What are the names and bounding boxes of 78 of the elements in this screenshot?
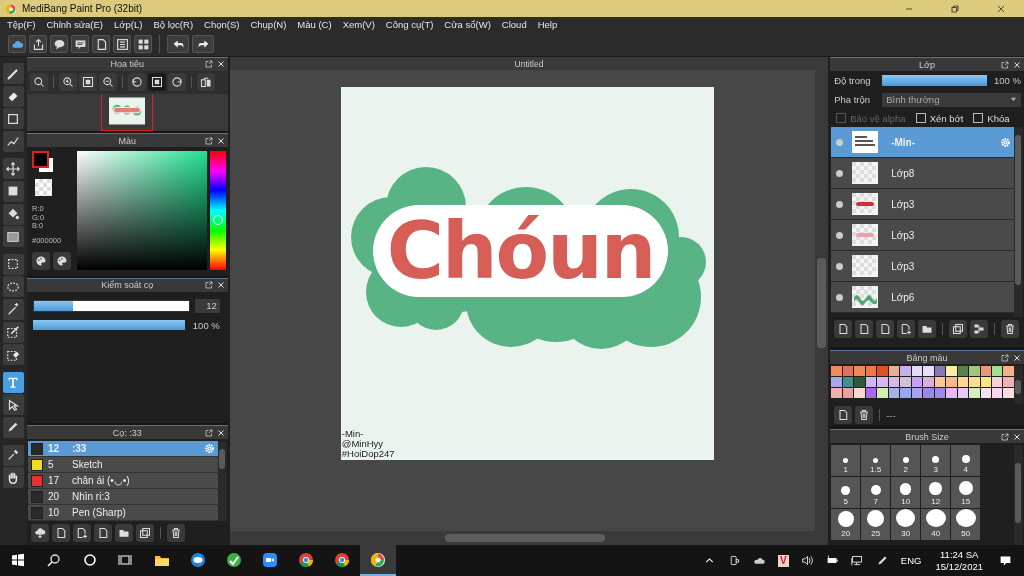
- menu-item[interactable]: Công cụ(T): [381, 19, 441, 31]
- panel-title: Màu: [117, 135, 138, 146]
- layer-name: -Min-: [890, 136, 917, 148]
- layer-name: Lớp3: [890, 198, 916, 210]
- opacity-value: 100 %: [191, 319, 220, 331]
- opacity-label: Độ trong: [834, 75, 872, 86]
- brush-size-value[interactable]: 12: [194, 298, 220, 313]
- brush-size-preset[interactable]: 20: [831, 509, 861, 540]
- brush-size-preset[interactable]: 12: [921, 477, 951, 508]
- menu-item[interactable]: Chụp(N): [246, 19, 294, 31]
- checkbox[interactable]: Xén bớt: [915, 112, 964, 124]
- document-tab[interactable]: Untitled: [514, 58, 544, 69]
- blend-mode-dropdown[interactable]: Bình thường: [882, 92, 1021, 107]
- menu-item[interactable]: Màu (C): [293, 19, 339, 31]
- brush-name: Nhìn ri:3: [71, 491, 111, 502]
- layer-name: Lớp8: [890, 167, 916, 179]
- brush-size: 17: [46, 475, 61, 486]
- menu-item[interactable]: Help: [533, 19, 565, 31]
- panel-title: Cọ: :33: [111, 427, 143, 438]
- signature-text: -Min-: [341, 429, 365, 439]
- layer-row[interactable]: Lớp6: [831, 282, 1014, 313]
- brush-item[interactable]: 20 Nhìn ri:3: [27, 489, 218, 505]
- layer-name: Lớp6: [890, 291, 916, 303]
- brush-size-preset[interactable]: 30: [891, 509, 921, 540]
- menu-item[interactable]: Tệp(F): [3, 19, 43, 31]
- brush-item[interactable]: 17 chân ái (•◡•): [27, 473, 218, 489]
- language-indicator[interactable]: ENG: [900, 555, 922, 566]
- menu-item[interactable]: Cloud: [497, 19, 534, 31]
- palette-name: ---: [886, 409, 896, 421]
- brush-size-preset[interactable]: 10: [891, 477, 921, 508]
- brush-size-preset[interactable]: 1.5: [861, 445, 891, 476]
- brush-size-preset[interactable]: 3: [921, 445, 951, 476]
- brush-size-preset[interactable]: 1: [831, 445, 861, 476]
- menu-item[interactable]: Cửa sổ(W): [440, 19, 498, 31]
- brush-item[interactable]: 10 Pen (Sharp): [27, 505, 218, 521]
- signature-text: #HoiDop247: [341, 449, 395, 459]
- brush-size: 5: [46, 459, 55, 470]
- brush-size-preset[interactable]: 50: [951, 509, 981, 540]
- layer-row[interactable]: Lớp3: [831, 189, 1014, 220]
- signature-text: @MinHyy: [341, 439, 385, 449]
- panel-title: Lớp: [918, 59, 937, 70]
- brush-size: 12: [46, 443, 61, 454]
- brush-name: Sketch: [71, 459, 104, 470]
- opacity-value: 100 %: [993, 75, 1021, 86]
- menu-item[interactable]: Chọn(S): [200, 19, 247, 31]
- window-title: MediBang Paint Pro (32bit): [22, 3, 144, 14]
- brush-name: :33: [71, 443, 88, 454]
- clock-date[interactable]: 15/12/2021: [935, 560, 983, 573]
- brush-size-preset[interactable]: 7: [861, 477, 891, 508]
- lettering: Chóun: [372, 205, 669, 297]
- brush-size-preset[interactable]: 2: [891, 445, 921, 476]
- layer-name: Lớp3: [890, 229, 916, 241]
- layer-row[interactable]: Lớp3: [831, 220, 1014, 251]
- brush-size-preset[interactable]: 4: [951, 445, 981, 476]
- panel-title: Kiểm soát cọ: [100, 280, 155, 290]
- brush-size-preset[interactable]: 5: [831, 477, 861, 508]
- panel-title: Hoa tiêu: [109, 59, 146, 70]
- panel-title: Bảng màu: [905, 352, 949, 363]
- clock-time[interactable]: 11:24 SA: [940, 548, 979, 561]
- brush-size: 20: [46, 491, 61, 502]
- menu-item[interactable]: Lớp(L): [110, 19, 150, 31]
- tray-badge[interactable]: V: [777, 554, 789, 567]
- brush-size-preset[interactable]: 25: [861, 509, 891, 540]
- checkbox[interactable]: Khóa: [973, 112, 1010, 124]
- brush-size-preset[interactable]: 40: [921, 509, 951, 540]
- brush-size-preset[interactable]: 15: [951, 477, 981, 508]
- menu-item[interactable]: Bộ lọc(R): [149, 19, 201, 31]
- brush-size: 10: [46, 507, 61, 518]
- layer-row[interactable]: Lớp3: [831, 251, 1014, 282]
- menu-item[interactable]: Xem(V): [338, 19, 382, 31]
- menu-item[interactable]: Chỉnh sửa(E): [42, 19, 111, 31]
- layer-row[interactable]: Lớp8: [831, 158, 1014, 189]
- panel-title: Brush Size: [904, 431, 950, 442]
- layer-name: Lớp3: [890, 260, 916, 272]
- brush-name: chân ái (•◡•): [71, 475, 131, 486]
- brush-name: Pen (Sharp): [71, 507, 127, 518]
- brush-item[interactable]: 5 Sketch: [27, 457, 218, 473]
- blend-label: Pha trộn: [834, 94, 872, 105]
